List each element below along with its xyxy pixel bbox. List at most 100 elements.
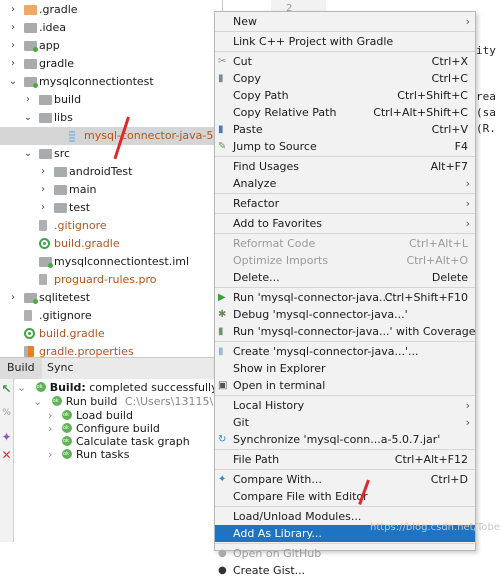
folder-icon	[39, 113, 52, 123]
menu-item-copy-path[interactable]: Copy Path Ctrl+Shift+C	[215, 87, 475, 104]
tree-item-label: .gitignore	[54, 219, 107, 232]
menu-item-copy-relative-path[interactable]: Copy Relative Path Ctrl+Alt+Shift+C	[215, 104, 475, 121]
tree-item[interactable]: › sqlitetest	[0, 289, 222, 307]
tree-item-label: androidTest	[69, 165, 133, 178]
menu-item-git[interactable]: Git ›	[215, 414, 475, 431]
tree-item[interactable]: mysql-connector-java-5.0.7.jar	[0, 127, 222, 145]
tree-item[interactable]: ⌄ mysqlconnectiontest	[0, 73, 222, 91]
chevron-right-icon[interactable]: ›	[8, 289, 18, 307]
tree-item[interactable]: › test	[0, 199, 222, 217]
menu-item-new[interactable]: New ›	[215, 13, 475, 30]
chevron-down-icon[interactable]: ⌄	[23, 109, 33, 127]
chevron-right-icon[interactable]: ›	[8, 19, 18, 37]
menu-separator	[215, 287, 475, 288]
menu-item-refactor[interactable]: Refactor ›	[215, 195, 475, 212]
chevron-right-icon[interactable]: ›	[8, 55, 18, 73]
menu-item-delete[interactable]: Delete... Delete	[215, 269, 475, 286]
menu-item-link-c-project-with-gradle[interactable]: Link C++ Project with Gradle	[215, 33, 475, 50]
code-fragment: rea	[476, 90, 496, 103]
menu-item-label: Git	[233, 416, 249, 429]
menu-item-cut[interactable]: ✂ Cut Ctrl+X	[215, 53, 475, 70]
tree-item-label: build	[54, 93, 82, 106]
chevron-down-icon[interactable]: ⌄	[8, 73, 18, 91]
stop-icon[interactable]: ✕	[0, 447, 13, 463]
chevron-right-icon[interactable]: ›	[38, 181, 48, 199]
menu-item-shortcut: Ctrl+D	[430, 473, 468, 486]
tree-item[interactable]: .gitignore	[0, 307, 222, 325]
menu-item-reformat-code[interactable]: Reformat Code Ctrl+Alt+L	[215, 235, 475, 252]
tree-item-label: .idea	[39, 21, 67, 34]
menu-item-synchronize-mysql-conn-a-5-0-7-jar[interactable]: ↻ Synchronize 'mysql-conn...a-5.0.7.jar'	[215, 431, 475, 448]
menu-item-shortcut: Ctrl+Shift+F10	[384, 291, 468, 304]
folder-icon	[24, 59, 37, 69]
menu-item-jump-to-source[interactable]: ✎ Jump to Source F4	[215, 138, 475, 155]
tree-item[interactable]: › .gradle	[0, 1, 222, 19]
chevron-right-icon[interactable]: ›	[8, 37, 18, 55]
menu-item-label: Refactor	[233, 197, 280, 210]
menu-item-run-mysql-connector-java-with-coverage[interactable]: ▮ Run 'mysql-connector-java...' with Cove…	[215, 323, 476, 340]
build-toolbar: ↖ % ✦ ✕	[0, 379, 14, 542]
menu-item-show-in-explorer[interactable]: Show in Explorer	[215, 360, 475, 377]
gradle-icon	[39, 238, 50, 249]
chevron-right-icon[interactable]: ›	[38, 199, 48, 217]
context-menu: New › Link C++ Project with Gradle ✂ Cut Ctrl…	[214, 11, 476, 577]
menu-item-label: Show in Explorer	[233, 362, 326, 375]
chevron-right-icon[interactable]: ›	[23, 91, 33, 109]
tree-item[interactable]: .gitignore	[0, 217, 222, 235]
build-step-row[interactable]: Calculate task graph	[48, 434, 190, 449]
tree-item[interactable]: › app	[0, 37, 222, 55]
code-fragment: ity	[476, 44, 496, 57]
chevron-down-icon: ⌄	[33, 395, 43, 408]
tree-item[interactable]: gradle.properties	[0, 343, 222, 357]
tree-item[interactable]: ⌄ src	[0, 145, 222, 163]
tree-item[interactable]: proguard-rules.pro	[0, 271, 222, 289]
tab-build[interactable]: Build	[0, 358, 42, 380]
tree-item[interactable]: ⌄ libs	[0, 109, 222, 127]
menu-item-open-in-terminal[interactable]: ▣ Open in terminal	[215, 377, 475, 394]
tree-item[interactable]: mysqlconnectiontest.iml	[0, 253, 222, 271]
tree-item-label: test	[69, 201, 91, 214]
build-step-row[interactable]: › Run tasks	[48, 447, 129, 462]
menu-item-create-gist[interactable]: ● Create Gist...	[215, 562, 475, 579]
tree-item[interactable]: build.gradle	[0, 325, 222, 343]
menu-item-add-to-favorites[interactable]: Add to Favorites ›	[215, 215, 475, 232]
tree-item[interactable]: › gradle	[0, 55, 222, 73]
menu-item-find-usages[interactable]: Find Usages Alt+F7	[215, 158, 475, 175]
menu-item-optimize-imports[interactable]: Optimize Imports Ctrl+Alt+O	[215, 252, 475, 269]
rerun-icon[interactable]: ↖	[0, 381, 13, 397]
chevron-down-icon[interactable]: ⌄	[23, 145, 33, 163]
tree-item[interactable]: › build	[0, 91, 222, 109]
menu-item-analyze[interactable]: Analyze ›	[215, 175, 475, 192]
menu-item-run-mysql-connector-java[interactable]: ▶ Run 'mysql-connector-java...' Ctrl+Shift…	[215, 289, 475, 306]
project-tree: › .gradle › .idea › app › gradle ⌄ mysqlconnectio…	[0, 0, 222, 357]
menu-item-local-history[interactable]: Local History ›	[215, 397, 475, 414]
chevron-right-icon[interactable]: ›	[38, 163, 48, 181]
menu-item-copy[interactable]: ▮ Copy Ctrl+C	[215, 70, 475, 87]
code-fragment: (sa	[476, 106, 496, 119]
build-step-row[interactable]: › Load build	[48, 408, 133, 423]
menu-item-open-on-github[interactable]: ● Open on GitHub	[215, 545, 475, 562]
folder-icon	[54, 167, 67, 177]
menu-item-compare-file-with-editor[interactable]: Compare File with Editor	[215, 488, 475, 505]
tree-item[interactable]: › androidTest	[0, 163, 222, 181]
tree-item[interactable]: › main	[0, 181, 222, 199]
menu-item-compare-with[interactable]: ✦ Compare With... Ctrl+D	[215, 471, 475, 488]
tree-item-label: gradle.properties	[39, 345, 134, 357]
menu-item-paste[interactable]: ▮ Paste Ctrl+V	[215, 121, 475, 138]
tree-item[interactable]: › .idea	[0, 19, 222, 37]
menu-item-debug-mysql-connector-java[interactable]: ✱ Debug 'mysql-connector-java...'	[215, 306, 475, 323]
folder-icon	[54, 203, 67, 213]
chevron-right-icon[interactable]: ›	[8, 1, 18, 19]
menu-item-label: Compare File with Editor	[233, 490, 368, 503]
toggle-view-icon[interactable]: %	[0, 405, 13, 421]
tree-item[interactable]: build.gradle	[0, 235, 222, 253]
menu-item-shortcut: Ctrl+Alt+F12	[394, 453, 468, 466]
menu-separator	[215, 543, 475, 544]
chevron-right-icon: ›	[48, 409, 53, 422]
tab-sync[interactable]: Sync	[40, 358, 81, 380]
menu-item-create-mysql-connector-java[interactable]: ▮ Create 'mysql-connector-java...'...	[215, 343, 475, 360]
menu-item-label: New	[233, 15, 257, 28]
menu-item-file-path[interactable]: File Path Ctrl+Alt+F12	[215, 451, 475, 468]
filter-icon[interactable]: ✦	[0, 429, 13, 445]
menu-item-label: Analyze	[233, 177, 277, 190]
